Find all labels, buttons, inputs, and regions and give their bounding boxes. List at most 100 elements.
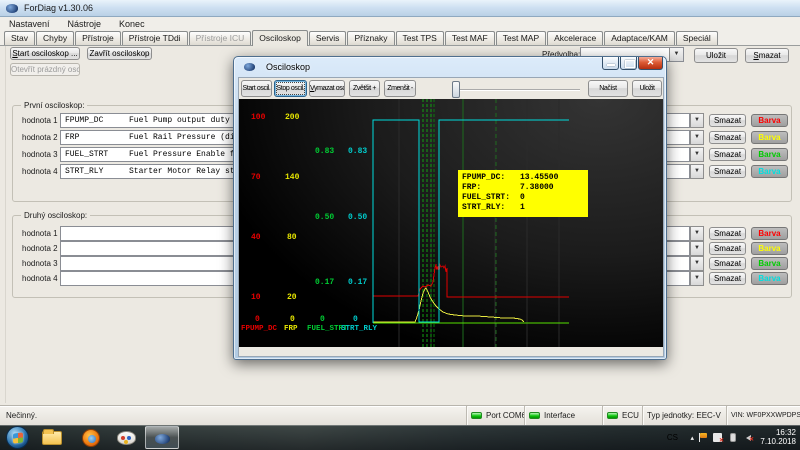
page-left-edge: [5, 46, 6, 403]
row-color-button[interactable]: Barva: [751, 114, 788, 127]
tab-test-maf[interactable]: Test MAF: [445, 31, 495, 45]
ulozit-button[interactable]: Uložit: [632, 80, 662, 97]
row-delete-button[interactable]: Smazat: [709, 242, 746, 255]
trace-fpump-dc: [373, 265, 569, 297]
chevron-down-icon[interactable]: ▼: [690, 113, 704, 128]
preset-save-button[interactable]: Uložit: [694, 48, 738, 63]
security-alert-icon[interactable]: [713, 433, 722, 442]
status-port: Port COM6: [466, 406, 524, 425]
row-color-button[interactable]: Barva: [751, 257, 788, 270]
trace-frp: [373, 288, 524, 322]
zavrit-osciloskop-button[interactable]: Zavřít osciloskop: [87, 47, 152, 60]
chevron-down-icon[interactable]: ▼: [690, 241, 704, 256]
vymazat-oscil-button[interactable]: Vymazat oscil: [309, 80, 345, 97]
tab-special[interactable]: Speciál: [676, 31, 718, 45]
scale-cyan: 0.50: [348, 214, 367, 222]
status-interface-label: Interface: [544, 411, 575, 420]
start-button[interactable]: [6, 426, 29, 449]
scale-yellow: 80: [287, 234, 297, 242]
row-delete-button[interactable]: Smazat: [709, 131, 746, 144]
start-oscil-button[interactable]: Start oscil.: [241, 80, 272, 97]
tab-servis[interactable]: Servis: [309, 31, 347, 45]
tray-expand-arrow-icon[interactable]: ▴: [690, 434, 694, 442]
minimize-button[interactable]: [602, 57, 619, 70]
row-delete-button[interactable]: Smazat: [709, 165, 746, 178]
plot-canvas: [239, 99, 663, 347]
row-color-button[interactable]: Barva: [751, 165, 788, 178]
tab-pristroje[interactable]: Přístroje: [75, 31, 121, 45]
tab-akcelerace[interactable]: Akcelerace: [547, 31, 603, 45]
clock-date: 7.10.2018: [760, 437, 796, 446]
scale-yellow: 20: [287, 294, 297, 302]
chevron-down-icon[interactable]: ▼: [690, 271, 704, 286]
chevron-down-icon[interactable]: ▼: [690, 226, 704, 241]
action-center-flag-icon[interactable]: [699, 433, 708, 442]
zoom-in-button[interactable]: Zvětšit +: [349, 80, 380, 97]
row-label: hodnota 1: [22, 229, 58, 238]
row-label: hodnota 2: [22, 244, 58, 253]
device-icon[interactable]: [730, 433, 736, 442]
start-osciloskop-button[interactable]: Start osciloskop ...: [10, 47, 80, 60]
tab-chyby[interactable]: Chyby: [36, 31, 74, 45]
clock[interactable]: 16:32 7.10.2018: [754, 428, 796, 446]
stop-oscil-button[interactable]: Stop oscil.: [274, 80, 307, 97]
status-ecu-label: ECU: [622, 411, 639, 420]
menu-nastroje[interactable]: Nástroje: [59, 18, 111, 30]
menu-konec[interactable]: Konec: [110, 18, 154, 30]
row-color-button[interactable]: Barva: [751, 242, 788, 255]
row-label: hodnota 3: [22, 150, 58, 159]
row-color-button[interactable]: Barva: [751, 272, 788, 285]
tab-test-map[interactable]: Test MAP: [496, 31, 546, 45]
menu-nastaveni[interactable]: Nastavení: [0, 18, 59, 30]
close-button[interactable]: ✕: [638, 57, 663, 70]
scope2-title: Druhý osciloskop:: [21, 211, 90, 220]
channel-label-fpump-dc: FPUMP_DC: [241, 325, 277, 333]
chevron-down-icon[interactable]: ▼: [669, 48, 683, 61]
row-delete-button[interactable]: Smazat: [709, 148, 746, 161]
tooltip-name: FUEL_STRT:: [462, 193, 520, 202]
row-color-button[interactable]: Barva: [751, 227, 788, 240]
scale-cyan: 0: [353, 316, 358, 324]
maximize-button[interactable]: [620, 57, 637, 70]
row-label: hodnota 4: [22, 274, 58, 283]
paint-taskbar-icon[interactable]: [117, 431, 136, 445]
language-indicator[interactable]: CS: [667, 433, 678, 442]
row-label: hodnota 4: [22, 167, 58, 176]
row-label: hodnota 1: [22, 116, 58, 125]
chevron-down-icon[interactable]: ▼: [690, 256, 704, 271]
tab-test-tps[interactable]: Test TPS: [396, 31, 444, 45]
row-delete-button[interactable]: Smazat: [709, 227, 746, 240]
row-delete-button[interactable]: Smazat: [709, 114, 746, 127]
nacist-button[interactable]: Načíst: [588, 80, 628, 97]
explorer-taskbar-icon[interactable]: [42, 431, 62, 445]
row-delete-button[interactable]: Smazat: [709, 272, 746, 285]
tab-pristroje-tddi[interactable]: Přístroje TDdi: [122, 31, 188, 45]
tab-stav[interactable]: Stav: [4, 31, 35, 45]
clock-time: 16:32: [776, 428, 796, 437]
dialog-window-buttons: ✕: [601, 57, 663, 70]
oscilloscope-plot[interactable]: 100 70 40 10 0 200 140 80 20 0 0.83 0.50…: [239, 99, 663, 347]
chevron-down-icon[interactable]: ▼: [690, 164, 704, 179]
zoom-out-button[interactable]: Zmenšit -: [384, 80, 416, 97]
chevron-down-icon[interactable]: ▼: [690, 130, 704, 145]
firefox-taskbar-icon[interactable]: [82, 429, 100, 447]
param-desc: Fuel Pump output duty cyc: [129, 116, 249, 125]
speaker-muted-icon[interactable]: [743, 433, 752, 442]
preset-delete-button[interactable]: Smazat: [745, 48, 789, 63]
dialog-client-area: Start oscil. Stop oscil. Vymazat oscil Z…: [238, 77, 664, 357]
chevron-down-icon[interactable]: ▼: [690, 147, 704, 162]
dialog-titlebar[interactable]: Osciloskop: [244, 62, 310, 72]
fordiag-taskbar-button[interactable]: [145, 426, 179, 449]
tab-pristroje-icu: Přístroje ICU: [189, 31, 252, 45]
tab-priznaky[interactable]: Příznaky: [347, 31, 394, 45]
row-color-button[interactable]: Barva: [751, 131, 788, 144]
timeline-slider-thumb[interactable]: [452, 81, 460, 98]
tab-adaptace-kam[interactable]: Adaptace/KAM: [604, 31, 675, 45]
otevrit-prazdny-osc-button: Otevřít prázdný osc: [10, 63, 80, 76]
row-delete-button[interactable]: Smazat: [709, 257, 746, 270]
tooltip-value: 7.38000: [520, 183, 554, 192]
tab-osciloskop[interactable]: Osciloskop: [252, 30, 308, 46]
row-color-button[interactable]: Barva: [751, 148, 788, 161]
timeline-slider-track[interactable]: [452, 89, 580, 91]
scale-red: 10: [251, 294, 261, 302]
